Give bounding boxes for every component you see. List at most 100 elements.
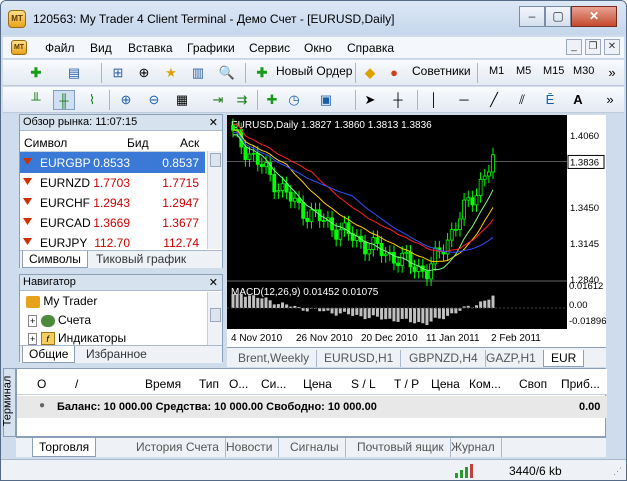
col-volume[interactable]: О...	[229, 377, 248, 391]
fibonacci-icon[interactable]: Ē	[539, 90, 561, 110]
tab-journal[interactable]: Журнал	[445, 438, 502, 457]
chart-tab-brent[interactable]: Brent,Weekly	[231, 350, 318, 367]
col-sl[interactable]: S / L	[351, 377, 376, 391]
tab-signals[interactable]: Сигналы	[284, 438, 346, 457]
menu-window[interactable]: Окно	[304, 41, 332, 55]
new-chart-icon[interactable]: ✚	[25, 63, 47, 83]
close-icon[interactable]: ✕	[209, 116, 218, 131]
tab-symbols[interactable]: Символы	[22, 251, 88, 268]
market-watch-row[interactable]: EURCHF 1.2943 1.2947	[20, 192, 205, 213]
autoscroll-icon[interactable]: ⇉	[231, 90, 253, 110]
trendline-icon[interactable]: ╱	[483, 90, 505, 110]
balance-row[interactable]: ● Баланс: 10 000.00 Средства: 10 000.00 …	[17, 396, 607, 418]
tab-account-history[interactable]: История Счета	[130, 438, 226, 457]
navigator-icon[interactable]: ★	[160, 63, 182, 83]
bar-chart-icon[interactable]: ╨	[25, 90, 47, 110]
terminal-side-bar[interactable]: Терминал	[1, 368, 16, 437]
toolbar-overflow-icon[interactable]: »	[601, 63, 623, 83]
tab-tick-chart[interactable]: Тиковый график	[90, 251, 192, 268]
column-ask[interactable]: Аск	[180, 136, 199, 150]
minimize-button[interactable]: –	[519, 6, 545, 27]
chart-area[interactable]: EURUSD,Daily 1.3827 1.3860 1.3813 1.3836…	[227, 115, 606, 347]
maximize-button[interactable]: ▢	[545, 6, 571, 27]
column-symbol[interactable]: Символ	[24, 136, 67, 150]
col-price[interactable]: Цена	[303, 377, 332, 391]
tab-favorites[interactable]: Избранное	[80, 346, 153, 363]
text-tool-icon[interactable]: A	[567, 90, 589, 110]
templates-icon[interactable]: ▣	[315, 90, 337, 110]
col-type[interactable]: Тип	[199, 377, 219, 391]
mdi-minimize-button[interactable]: _	[566, 39, 582, 55]
experts-button[interactable]: Советники	[412, 64, 471, 78]
col-time[interactable]: Время	[145, 377, 181, 391]
new-order-button[interactable]: Новый Ордер	[276, 64, 352, 78]
vertical-line-icon[interactable]: │	[423, 90, 445, 110]
profiles-icon[interactable]: ▤	[63, 63, 85, 83]
timeframe-m5[interactable]: M5	[516, 65, 531, 77]
title-bar[interactable]: MT 120563: My Trader 4 Client Terminal -…	[1, 1, 626, 35]
price-chart[interactable]: EURUSD,Daily 1.3827 1.3860 1.3813 1.3836…	[227, 115, 606, 347]
market-watch-icon[interactable]: ⊞	[107, 63, 129, 83]
chart-tab-eurusd-daily[interactable]: EUR	[543, 350, 585, 367]
toolbar-overflow-icon[interactable]: »	[599, 90, 621, 110]
expand-icon[interactable]: +	[28, 333, 38, 345]
col-tp[interactable]: T / P	[394, 377, 419, 391]
menu-tools[interactable]: Сервис	[249, 41, 290, 55]
horizontal-line-icon[interactable]: ─	[453, 90, 475, 110]
scroll-thumb[interactable]	[210, 153, 221, 167]
zoom-out-icon[interactable]: ⊖	[143, 90, 165, 110]
market-watch-row[interactable]: EURNZD 1.7703 1.7715	[20, 172, 205, 193]
col-order[interactable]: О	[37, 377, 46, 391]
new-order-icon[interactable]: ✚	[251, 63, 273, 83]
strategy-tester-icon[interactable]: 🔍	[216, 63, 238, 83]
col-symbol[interactable]: Си...	[261, 377, 286, 391]
col-commission[interactable]: Ком...	[469, 377, 501, 391]
terminal-icon[interactable]: ▥	[187, 63, 209, 83]
menu-help[interactable]: Справка	[347, 41, 394, 55]
timeframe-m15[interactable]: M15	[543, 65, 564, 77]
chart-tab-gbpnzd[interactable]: GBPNZD,H4	[402, 350, 486, 367]
experts-icon[interactable]: ●	[383, 63, 405, 83]
data-window-icon[interactable]: ⊕	[133, 63, 155, 83]
tab-news[interactable]: Новости	[220, 438, 280, 457]
navigator-scrollbar[interactable]	[207, 292, 222, 345]
crosshair-icon[interactable]: ┼	[387, 90, 409, 110]
mdi-close-button[interactable]: ✕	[604, 39, 620, 55]
menu-file[interactable]: Файл	[45, 41, 75, 55]
column-bid[interactable]: Бид	[127, 136, 149, 150]
indicators-icon[interactable]: ✚	[261, 90, 283, 110]
menu-view[interactable]: Вид	[90, 41, 112, 55]
nav-item-indicators[interactable]: + f Индикаторы	[28, 331, 126, 346]
tab-trade[interactable]: Торговля	[32, 438, 97, 457]
nav-item-accounts[interactable]: + Счета	[28, 313, 91, 327]
candlestick-icon[interactable]: ╫	[53, 90, 75, 110]
timeframe-m30[interactable]: M30	[573, 65, 594, 77]
cursor-icon[interactable]: ➤	[359, 90, 381, 110]
mdi-restore-button[interactable]: ❐	[585, 39, 601, 55]
scroll-thumb[interactable]	[210, 308, 221, 322]
nav-item-my-trader[interactable]: My Trader	[26, 294, 97, 308]
zoom-in-icon[interactable]: ⊕	[115, 90, 137, 110]
col-swap[interactable]: Своп	[519, 377, 547, 391]
market-watch-scrollbar[interactable]	[207, 151, 222, 249]
tile-windows-icon[interactable]: ▦	[171, 90, 193, 110]
timeframe-m1[interactable]: M1	[489, 65, 504, 77]
chart-tab-gazp[interactable]: GAZP,H1	[479, 350, 544, 367]
chart-shift-icon[interactable]: ⇥	[207, 90, 229, 110]
menu-charts[interactable]: Графики	[187, 41, 235, 55]
tab-mailbox[interactable]: Почтовый ящик	[351, 438, 451, 457]
close-icon[interactable]: ✕	[209, 276, 218, 291]
line-chart-icon[interactable]: ⌇	[81, 90, 103, 110]
resize-grip-icon[interactable]: ⋰	[613, 466, 622, 477]
menu-insert[interactable]: Вставка	[128, 41, 173, 55]
tab-common[interactable]: Общие	[22, 346, 76, 363]
periods-icon[interactable]: ◷	[283, 90, 305, 110]
close-button[interactable]: ✕	[571, 6, 617, 27]
document-icon[interactable]: MT	[11, 40, 27, 55]
market-watch-row[interactable]: EURGBP 0.8533 0.8537	[20, 152, 205, 173]
channel-icon[interactable]: ⫽	[511, 90, 533, 110]
market-watch-row[interactable]: EURCAD 1.3669 1.3677	[20, 212, 205, 233]
col-price2[interactable]: Цена	[431, 377, 460, 391]
chart-tab-eurusd-h1[interactable]: EURUSD,H1	[317, 350, 402, 367]
expand-icon[interactable]: +	[28, 315, 38, 327]
